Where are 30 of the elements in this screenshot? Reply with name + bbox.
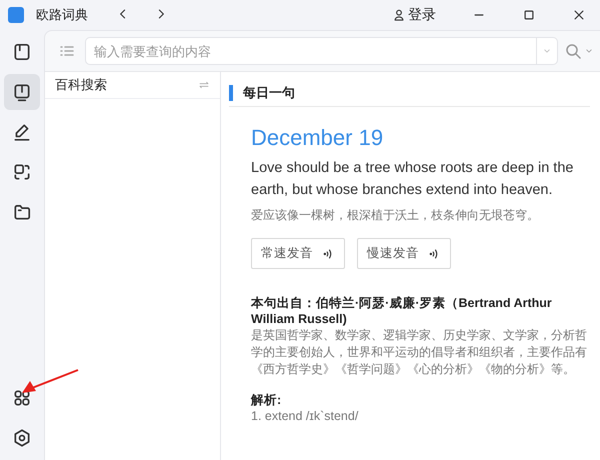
- author-description: 是英国哲学家、数学家、逻辑学家、历史学家、文学家，分析哲学的主要创始人，世界和平运动的倡导者和组织者，主要作品有《西方哲学史》《哲学问题》《心的分析》《物的分析》等。: [251, 327, 588, 378]
- accent-bar: [229, 85, 233, 101]
- section-heading: 每日一句: [243, 84, 295, 102]
- search-icon: [564, 42, 582, 60]
- quote-text: Love should be a tree whose roots are deep in the earth, but whose branches extend into heaven.: [251, 159, 574, 200]
- window-title: 欧路词典: [36, 6, 88, 24]
- scan-icon: [12, 162, 32, 182]
- annotation-arrow: [20, 368, 80, 396]
- pronounce-button[interactable]: 慢速发音: [357, 238, 451, 269]
- analysis-line: 1. extend /ɪk`stend/: [251, 408, 360, 424]
- app-logo-icon: [8, 7, 24, 23]
- pronounce-button[interactable]: 常速发音: [251, 238, 345, 269]
- book-icon: [12, 42, 32, 62]
- login-button[interactable]: 登录: [392, 6, 436, 24]
- search-field[interactable]: 输入需要查询的内容: [85, 37, 536, 65]
- close-icon: [572, 8, 586, 22]
- folder-icon: [12, 202, 32, 222]
- grid-icon: [12, 388, 32, 408]
- settings-icon: [12, 428, 32, 448]
- swap-icon: [198, 79, 210, 91]
- date-heading: December 19: [251, 125, 384, 151]
- maximize-icon: [522, 8, 536, 22]
- analysis-heading: 解析:: [251, 392, 282, 408]
- quote-translation: 爱应该像一棵树，根深植于沃土，枝条伸向无垠苍穹。: [251, 207, 540, 224]
- book-icon: [12, 82, 32, 102]
- pen-icon: [12, 122, 32, 142]
- person-icon: [392, 8, 406, 22]
- sidebar-button[interactable]: [4, 74, 40, 110]
- panel-title: 百科搜索: [55, 76, 107, 94]
- source-text: 本句出自：伯特兰·阿瑟·威廉·罗素（Bertrand Arthur William Russell): [251, 295, 553, 327]
